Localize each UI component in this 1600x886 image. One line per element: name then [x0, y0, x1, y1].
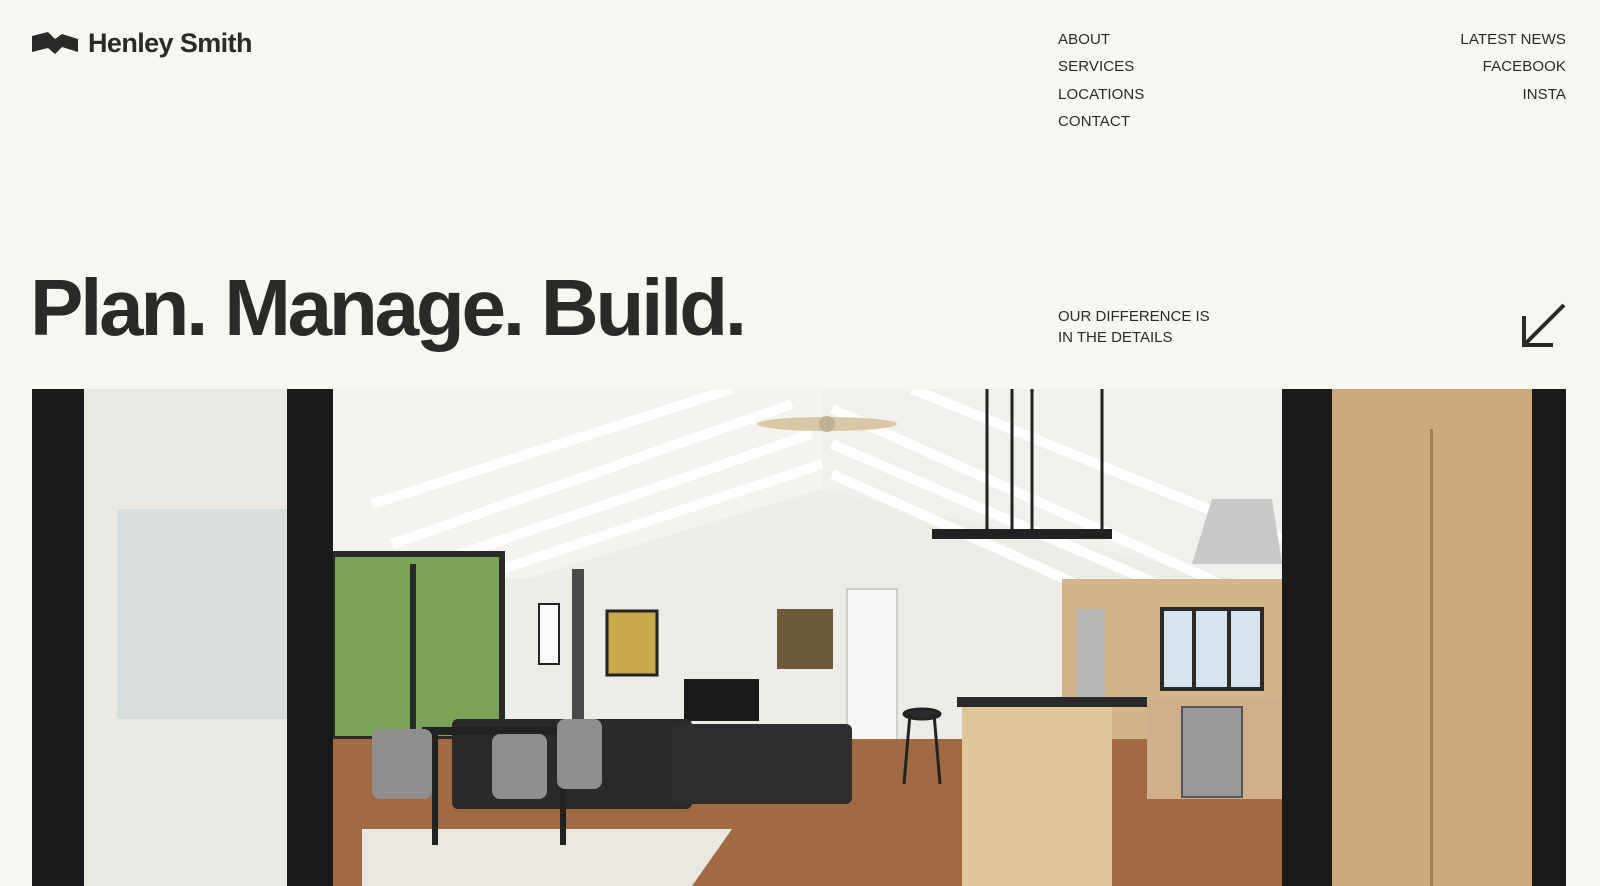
nav-link-latest-news[interactable]: LATEST NEWS: [1460, 31, 1566, 48]
nav-link-services[interactable]: SERVICES: [1058, 58, 1134, 75]
hero-headline: Plan. Manage. Build.: [30, 263, 747, 352]
nav-link-contact[interactable]: CONTACT: [1058, 113, 1130, 130]
social-navigation: LATEST NEWS FACEBOOK INSTA: [1460, 31, 1566, 113]
hero-image-interior: [32, 389, 1566, 886]
nav-link-facebook[interactable]: FACEBOOK: [1483, 58, 1566, 75]
nav-link-locations[interactable]: LOCATIONS: [1058, 86, 1144, 103]
arrow-down-left-icon[interactable]: [1521, 302, 1567, 348]
brand-logo-link[interactable]: Henley Smith: [32, 28, 252, 59]
main-navigation: ABOUT SERVICES LOCATIONS CONTACT: [1058, 31, 1144, 140]
brand-name: Henley Smith: [88, 28, 252, 58]
hero-tagline: OUR DIFFERENCE IS IN THE DETAILS: [1058, 306, 1210, 348]
henley-smith-logo-icon: [32, 31, 78, 54]
nav-link-insta[interactable]: INSTA: [1522, 86, 1566, 103]
page: Henley Smith ABOUT SERVICES LOCATIONS CO…: [0, 0, 1600, 886]
tagline-line-2: IN THE DETAILS: [1058, 329, 1173, 346]
nav-link-about[interactable]: ABOUT: [1058, 31, 1110, 48]
tagline-line-1: OUR DIFFERENCE IS: [1058, 308, 1210, 325]
